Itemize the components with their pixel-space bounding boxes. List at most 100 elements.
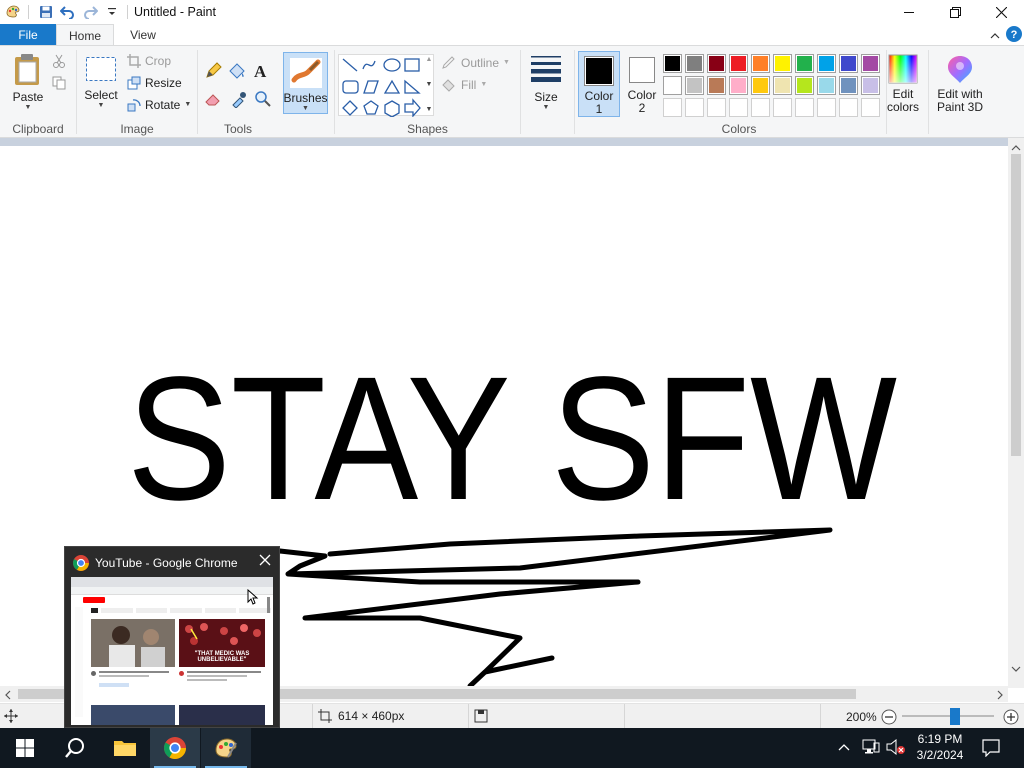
paint-app-icon[interactable] bbox=[2, 1, 24, 23]
rotate-icon bbox=[127, 99, 141, 112]
palette-custom-slot[interactable] bbox=[773, 98, 792, 117]
pencil-icon[interactable] bbox=[204, 62, 222, 83]
zoom-out-icon[interactable] bbox=[881, 709, 897, 728]
palette-swatch[interactable] bbox=[817, 76, 836, 95]
palette-swatch[interactable] bbox=[663, 54, 682, 73]
notifications-icon[interactable] bbox=[982, 739, 1000, 760]
chrome-taskbar-button[interactable] bbox=[150, 728, 200, 768]
start-button[interactable] bbox=[0, 728, 50, 768]
crop-button[interactable]: Crop bbox=[127, 54, 171, 68]
help-icon[interactable]: ? bbox=[1006, 26, 1022, 45]
palette-swatch[interactable] bbox=[685, 54, 704, 73]
collapse-ribbon-icon[interactable] bbox=[990, 29, 1000, 43]
zoom-slider[interactable] bbox=[902, 715, 994, 717]
palette-custom-slot[interactable] bbox=[685, 98, 704, 117]
select-dropdown-icon: ▼ bbox=[97, 102, 105, 109]
minimize-button[interactable] bbox=[886, 0, 932, 24]
palette-swatch[interactable] bbox=[663, 76, 682, 95]
close-button[interactable] bbox=[978, 0, 1024, 24]
palette-swatch[interactable] bbox=[707, 54, 726, 73]
tab-view[interactable]: View bbox=[114, 24, 172, 46]
eraser-icon[interactable] bbox=[204, 90, 222, 111]
color-picker-icon[interactable] bbox=[230, 90, 248, 111]
palette-swatch[interactable] bbox=[685, 76, 704, 95]
resize-button[interactable]: Resize bbox=[127, 76, 182, 90]
palette-swatch[interactable] bbox=[773, 54, 792, 73]
shapes-gallery[interactable] bbox=[338, 54, 434, 118]
palette-swatch[interactable] bbox=[817, 54, 836, 73]
palette-custom-slot[interactable] bbox=[839, 98, 858, 117]
palette-custom-slot[interactable] bbox=[817, 98, 836, 117]
image-size-text: 614 × 460px bbox=[338, 709, 405, 723]
edit-paint3d-button[interactable]: Edit with Paint 3D bbox=[932, 54, 988, 113]
palette-custom-slot[interactable] bbox=[729, 98, 748, 117]
tab-home[interactable]: Home bbox=[56, 24, 114, 47]
palette-swatch[interactable] bbox=[795, 54, 814, 73]
palette-swatch[interactable] bbox=[729, 76, 748, 95]
volume-muted-icon[interactable] bbox=[886, 738, 906, 758]
zoom-slider-thumb[interactable] bbox=[950, 708, 960, 725]
palette-custom-slot[interactable] bbox=[707, 98, 726, 117]
palette-swatch[interactable] bbox=[751, 54, 770, 73]
zoom-in-icon[interactable] bbox=[1003, 709, 1019, 728]
cut-icon[interactable] bbox=[52, 54, 66, 71]
scroll-left-icon[interactable] bbox=[4, 689, 12, 703]
magnifier-icon[interactable] bbox=[254, 90, 272, 111]
color2-swatch bbox=[629, 57, 655, 83]
palette-swatch[interactable] bbox=[861, 76, 880, 95]
palette-swatch[interactable] bbox=[707, 76, 726, 95]
select-icon bbox=[86, 57, 116, 81]
clock[interactable]: 6:19 PM 3/2/2024 bbox=[912, 731, 968, 763]
fill-icon[interactable] bbox=[228, 62, 246, 83]
taskbar-thumbnail-preview[interactable]: YouTube - Google Chrome "THAT MEDIC WAS … bbox=[64, 546, 280, 728]
palette-swatch[interactable] bbox=[751, 76, 770, 95]
copy-icon[interactable] bbox=[52, 76, 66, 93]
palette-swatch[interactable] bbox=[795, 76, 814, 95]
outline-button[interactable]: Outline ▼ bbox=[441, 56, 510, 70]
palette-custom-slot[interactable] bbox=[663, 98, 682, 117]
file-explorer-button[interactable] bbox=[100, 728, 150, 768]
palette-custom-slot[interactable] bbox=[795, 98, 814, 117]
scroll-right-icon[interactable] bbox=[996, 689, 1004, 703]
restore-button[interactable] bbox=[932, 0, 978, 24]
vertical-scroll-thumb[interactable] bbox=[1011, 154, 1021, 456]
redo-icon[interactable] bbox=[79, 1, 101, 23]
rotate-button[interactable]: Rotate ▼ bbox=[127, 98, 191, 112]
customize-qat-icon[interactable] bbox=[101, 1, 123, 23]
status-separator bbox=[624, 704, 625, 728]
shapes-group: ▲ ▼ ▼ Outline ▼ Fill ▼ Shapes bbox=[335, 46, 520, 138]
color1-button[interactable]: Color 1 bbox=[578, 51, 620, 117]
palette-swatch[interactable] bbox=[729, 54, 748, 73]
preview-close-icon[interactable] bbox=[259, 554, 271, 569]
shapes-scroll[interactable]: ▲ ▼ ▼ bbox=[424, 56, 434, 114]
scroll-up-icon[interactable] bbox=[1011, 141, 1021, 155]
color2-button[interactable]: Color 2 bbox=[621, 51, 663, 117]
fill-button[interactable]: Fill ▼ bbox=[441, 78, 487, 92]
shapes-up-icon[interactable]: ▲ bbox=[426, 56, 433, 64]
scroll-down-icon[interactable] bbox=[1011, 662, 1021, 676]
palette-swatch[interactable] bbox=[861, 54, 880, 73]
undo-icon[interactable] bbox=[57, 1, 79, 23]
text-icon[interactable]: A bbox=[254, 62, 266, 82]
palette-swatch[interactable] bbox=[839, 54, 858, 73]
network-icon[interactable] bbox=[862, 739, 880, 758]
tab-file[interactable]: File bbox=[0, 24, 56, 46]
preview-chip-bar bbox=[91, 608, 271, 613]
search-button[interactable] bbox=[50, 728, 100, 768]
size-button[interactable]: Size ▼ bbox=[526, 54, 566, 112]
save-icon[interactable] bbox=[35, 1, 57, 23]
vertical-scrollbar[interactable] bbox=[1008, 138, 1024, 688]
palette-custom-slot[interactable] bbox=[861, 98, 880, 117]
palette-swatch[interactable] bbox=[773, 76, 792, 95]
brushes-button[interactable]: Brushes ▼ bbox=[283, 52, 328, 114]
palette-swatch[interactable] bbox=[839, 76, 858, 95]
resize-label: Resize bbox=[145, 76, 182, 90]
shapes-down-icon[interactable]: ▼ bbox=[426, 81, 433, 89]
shapes-more-icon[interactable]: ▼ bbox=[426, 106, 433, 114]
edit-colors-button[interactable]: Edit colors bbox=[883, 54, 923, 113]
paint-taskbar-button[interactable] bbox=[201, 728, 251, 768]
paste-button[interactable]: Paste ▼ bbox=[8, 52, 48, 112]
palette-custom-slot[interactable] bbox=[751, 98, 770, 117]
show-hidden-icons[interactable] bbox=[838, 740, 850, 754]
select-button[interactable]: Select ▼ bbox=[83, 56, 119, 110]
